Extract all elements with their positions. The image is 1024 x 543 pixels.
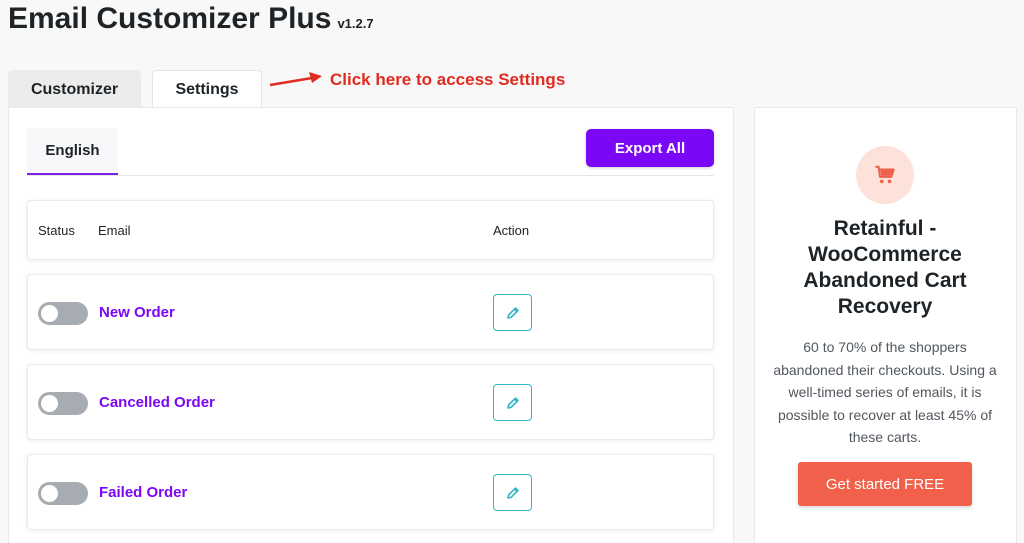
email-name-link[interactable]: New Order [99, 304, 175, 321]
tab-settings-label: Settings [175, 80, 239, 98]
tab-customizer-label: Customizer [30, 80, 119, 98]
shopping-cart-icon [875, 165, 895, 184]
export-all-button[interactable]: Export All [586, 129, 714, 167]
email-name-link[interactable]: Cancelled Order [99, 394, 215, 411]
edit-button[interactable] [493, 294, 532, 331]
language-tabs-divider [27, 175, 714, 176]
column-header-action: Action [493, 223, 530, 238]
edit-button[interactable] [493, 474, 532, 511]
promo-description: 60 to 70% of the shoppers abandoned thei… [773, 339, 997, 445]
toggle-knob [41, 305, 58, 322]
app-title: Email Customizer Plus [8, 2, 332, 35]
language-tab-english[interactable]: English [27, 128, 118, 176]
pencil-icon [506, 486, 519, 499]
toggle-knob [41, 395, 58, 412]
annotation: Click here to access Settings [268, 70, 565, 90]
pencil-icon [506, 396, 519, 409]
annotation-text: Click here to access Settings [330, 70, 566, 89]
get-started-button[interactable]: Get started FREE [798, 462, 972, 506]
status-toggle[interactable] [38, 302, 88, 325]
pencil-icon [506, 306, 519, 319]
page-title: Email Customizer Plus v1.2.7 [8, 2, 374, 36]
tab-customizer[interactable]: Customizer [8, 70, 141, 108]
edit-button[interactable] [493, 384, 532, 421]
table-row: Cancelled Order [27, 364, 714, 440]
red-arrow-icon [269, 72, 322, 87]
version-label: v1.2.7 [337, 16, 374, 31]
email-name-link[interactable]: Failed Order [99, 484, 187, 501]
status-toggle[interactable] [38, 482, 88, 505]
table-row: New Order [27, 274, 714, 350]
table-header: Status Email Action [27, 200, 714, 260]
status-toggle[interactable] [38, 392, 88, 415]
language-tab-label: English [45, 142, 100, 159]
column-header-email: Email [98, 223, 131, 238]
tab-settings[interactable]: Settings [152, 70, 262, 108]
column-header-status: Status [38, 223, 75, 238]
promo-icon-circle [856, 146, 914, 204]
table-row: Failed Order [27, 454, 714, 530]
toggle-knob [41, 485, 58, 502]
promo-title: Retainful - WooCommerce Abandoned Cart R… [803, 217, 967, 318]
